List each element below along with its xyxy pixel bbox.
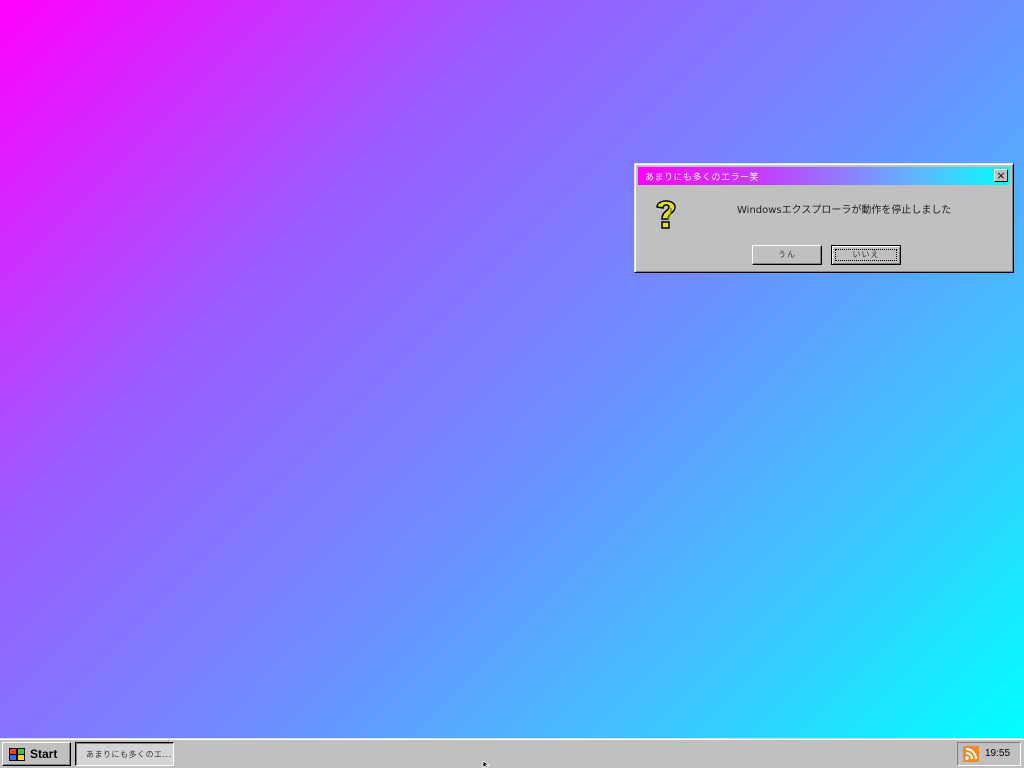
- rss-feed-icon[interactable]: [963, 746, 979, 762]
- windows-flag-icon: [9, 748, 25, 761]
- taskbar-task-button[interactable]: あまりにも多くのエ...: [75, 742, 174, 766]
- question-mark-icon: [656, 200, 676, 229]
- start-button[interactable]: Start: [2, 742, 71, 766]
- dialog-titlebar[interactable]: あまりにも多くのエラー笑 ×: [638, 167, 1010, 185]
- error-dialog: あまりにも多くのエラー笑 × Windowsエクスプローラが動作を停止しました …: [634, 163, 1014, 273]
- system-tray: 19:55: [957, 742, 1021, 766]
- dialog-message: Windowsエクスプローラが動作を停止しました: [737, 205, 952, 216]
- dialog-title: あまりにも多くのエラー笑: [645, 173, 760, 183]
- taskbar-clock[interactable]: 19:55: [985, 748, 1010, 759]
- close-button[interactable]: ×: [994, 169, 1008, 182]
- no-button[interactable]: いいえ: [831, 245, 901, 265]
- taskbar-task-label: あまりにも多くのエ...: [86, 750, 172, 759]
- yes-button-label: うん: [778, 250, 796, 259]
- close-icon: ×: [996, 169, 1006, 182]
- start-label: Start: [30, 747, 58, 761]
- mouse-cursor-icon: [482, 761, 491, 768]
- desktop-background[interactable]: あまりにも多くのエラー笑 × Windowsエクスプローラが動作を停止しました …: [0, 0, 1024, 738]
- focus-ring: [835, 249, 897, 261]
- yes-button[interactable]: うん: [752, 245, 822, 265]
- taskbar: Start あまりにも多くのエ... 19:55: [0, 738, 1024, 768]
